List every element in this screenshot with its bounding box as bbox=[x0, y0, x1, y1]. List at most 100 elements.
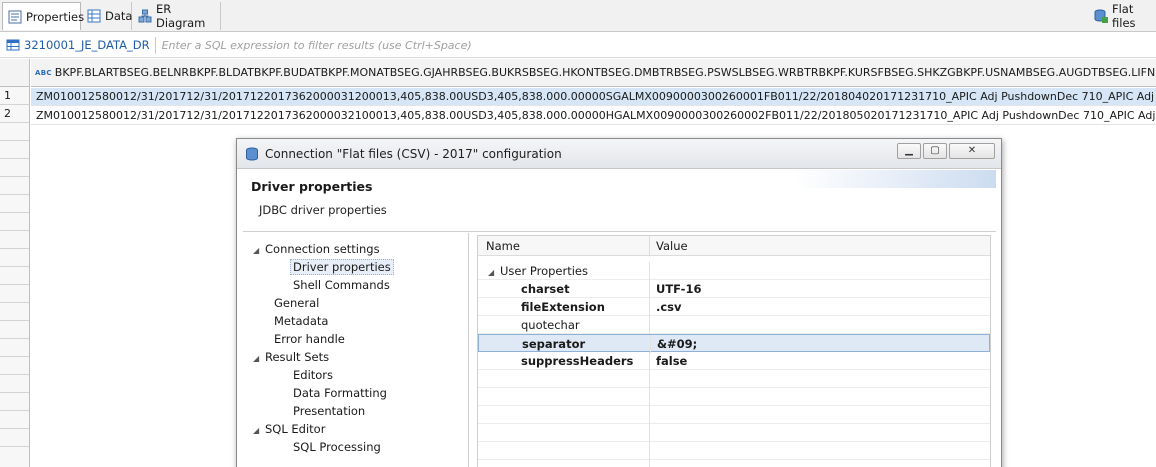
properties-header: Name Value bbox=[478, 236, 990, 256]
property-group-user[interactable]: ◢ User Properties bbox=[478, 262, 990, 280]
tab-properties[interactable]: Properties bbox=[2, 2, 84, 30]
tree-item-label: SQL Processing bbox=[293, 440, 381, 454]
property-row-separator[interactable]: separator &#09; bbox=[478, 334, 990, 353]
tree-item-sql-processing[interactable]: SQL Processing bbox=[293, 439, 381, 455]
connection-selector[interactable]: Flat files bbox=[1092, 2, 1156, 30]
property-row-empty bbox=[478, 460, 990, 467]
tab-data[interactable]: Data bbox=[82, 2, 132, 30]
tree-item-sql-editor[interactable]: ◢ SQL Editor bbox=[253, 421, 325, 437]
property-value[interactable]: false bbox=[656, 354, 687, 368]
property-value[interactable]: .csv bbox=[656, 300, 682, 314]
row-number-empty bbox=[0, 429, 29, 447]
string-type-icon: ABC bbox=[35, 68, 52, 77]
column-divider[interactable] bbox=[649, 236, 650, 256]
property-group-label: ◢ User Properties bbox=[488, 264, 588, 278]
dialog-title-bar[interactable]: Connection "Flat files (CSV) - 2017" con… bbox=[237, 139, 1001, 169]
property-row-quotechar[interactable]: quotechar bbox=[478, 316, 990, 334]
driver-properties-table: Name Value ◢ User Properties charset UTF-… bbox=[477, 235, 991, 467]
row-number-empty bbox=[0, 195, 29, 213]
property-row-charset[interactable]: charset UTF-16 bbox=[478, 280, 990, 298]
table-icon bbox=[6, 38, 20, 52]
tree-item-label: SQL Editor bbox=[265, 422, 326, 436]
table-name-chip[interactable]: 3210001_JE_DATA_DR bbox=[0, 36, 156, 54]
dialog-title: Connection "Flat files (CSV) - 2017" con… bbox=[265, 146, 562, 161]
tab-label: ER Diagram bbox=[156, 2, 206, 30]
row-number-empty bbox=[0, 285, 29, 303]
database-icon bbox=[245, 147, 259, 161]
column-header-name[interactable]: Name bbox=[486, 239, 520, 253]
filter-input[interactable] bbox=[161, 38, 862, 52]
column-divider bbox=[649, 280, 650, 298]
row-number-empty bbox=[0, 123, 29, 141]
row-number[interactable]: 2 bbox=[0, 105, 29, 123]
column-divider bbox=[649, 388, 650, 406]
database-icon bbox=[1094, 9, 1108, 23]
property-name: quotechar bbox=[521, 318, 580, 332]
tree-item-connection-settings[interactable]: ◢ Connection settings bbox=[253, 241, 380, 257]
column-divider bbox=[649, 316, 650, 334]
dialog-banner: Driver properties JDBC driver properties bbox=[243, 170, 996, 232]
row-number-empty bbox=[0, 357, 29, 375]
close-button[interactable]: ✕ bbox=[949, 143, 995, 159]
banner-decoration bbox=[796, 170, 996, 188]
tree-item-metadata[interactable]: Metadata bbox=[274, 313, 328, 329]
tree-item-driver-properties[interactable]: Driver properties bbox=[290, 259, 394, 275]
column-header[interactable]: ABC BKPF.BLARTBSEG.BELNRBKPF.BLDATBKPF.B… bbox=[31, 59, 1156, 87]
table-row[interactable]: ZM010012580012/31/201712/31/201712201736… bbox=[31, 88, 1156, 106]
property-row-empty bbox=[478, 370, 990, 388]
property-value[interactable]: &#09; bbox=[657, 337, 697, 351]
row-number-empty bbox=[0, 213, 29, 231]
tab-label: Data bbox=[105, 9, 133, 23]
property-row-fileextension[interactable]: fileExtension .csv bbox=[478, 298, 990, 316]
column-divider bbox=[650, 335, 651, 353]
property-name: fileExtension bbox=[521, 300, 605, 314]
expand-icon[interactable]: ◢ bbox=[253, 351, 265, 367]
tree-item-error-handle[interactable]: Error handle bbox=[274, 331, 345, 347]
tree-item-label: Driver properties bbox=[293, 260, 391, 274]
property-row-empty bbox=[478, 406, 990, 424]
tree-item-result-sets[interactable]: ◢ Result Sets bbox=[253, 349, 329, 365]
table-name: 3210001_JE_DATA_DR bbox=[24, 38, 150, 52]
expand-icon[interactable]: ◢ bbox=[253, 423, 265, 439]
banner-title: Driver properties bbox=[251, 179, 373, 194]
banner-subtitle: JDBC driver properties bbox=[259, 203, 387, 217]
expand-icon[interactable]: ◢ bbox=[253, 243, 265, 259]
column-divider bbox=[649, 424, 650, 442]
column-header-value[interactable]: Value bbox=[656, 239, 688, 253]
row-number-column: 1 2 bbox=[0, 59, 30, 467]
tree-item-shell-commands[interactable]: Shell Commands bbox=[293, 277, 390, 293]
connection-label: Flat files bbox=[1112, 2, 1136, 30]
column-divider bbox=[649, 406, 650, 424]
property-value[interactable]: UTF-16 bbox=[656, 282, 701, 296]
tab-er-diagram[interactable]: ER Diagram bbox=[133, 2, 221, 30]
er-diagram-icon bbox=[138, 9, 152, 23]
property-row-suppressheaders[interactable]: suppressHeaders false bbox=[478, 352, 990, 370]
column-divider bbox=[649, 298, 650, 316]
tree-item-general[interactable]: General bbox=[274, 295, 319, 311]
table-row[interactable]: ZM010012580012/31/201712/31/201712201736… bbox=[31, 107, 1156, 125]
settings-tree: ◢ Connection settings Driver properties S… bbox=[243, 233, 469, 467]
property-name: charset bbox=[521, 282, 570, 296]
tree-item-presentation[interactable]: Presentation bbox=[293, 403, 365, 419]
column-header-label: BKPF.BLARTBSEG.BELNRBKPF.BLDATBKPF.BUDAT… bbox=[54, 66, 1156, 79]
property-row-empty bbox=[478, 388, 990, 406]
tree-item-editors[interactable]: Editors bbox=[293, 367, 333, 383]
maximize-button[interactable]: ▢ bbox=[923, 143, 947, 159]
row-number-header bbox=[0, 59, 29, 87]
minimize-button[interactable]: ▁ bbox=[897, 143, 921, 159]
property-row-empty bbox=[478, 442, 990, 460]
row-number[interactable]: 1 bbox=[0, 87, 29, 105]
row-number-empty bbox=[0, 177, 29, 195]
tree-item-label: Data Formatting bbox=[293, 386, 387, 400]
row-number-empty bbox=[0, 393, 29, 411]
row-number-empty bbox=[0, 411, 29, 429]
property-row-empty bbox=[478, 424, 990, 442]
data-grid-icon bbox=[87, 9, 101, 23]
property-name: separator bbox=[522, 337, 586, 351]
tree-item-label: Editors bbox=[293, 368, 334, 382]
expand-icon[interactable]: ◢ bbox=[488, 268, 500, 277]
tree-item-data-formatting[interactable]: Data Formatting bbox=[293, 385, 387, 401]
column-divider bbox=[649, 262, 650, 280]
filter-bar: 3210001_JE_DATA_DR bbox=[0, 33, 1156, 58]
column-divider bbox=[649, 352, 650, 370]
